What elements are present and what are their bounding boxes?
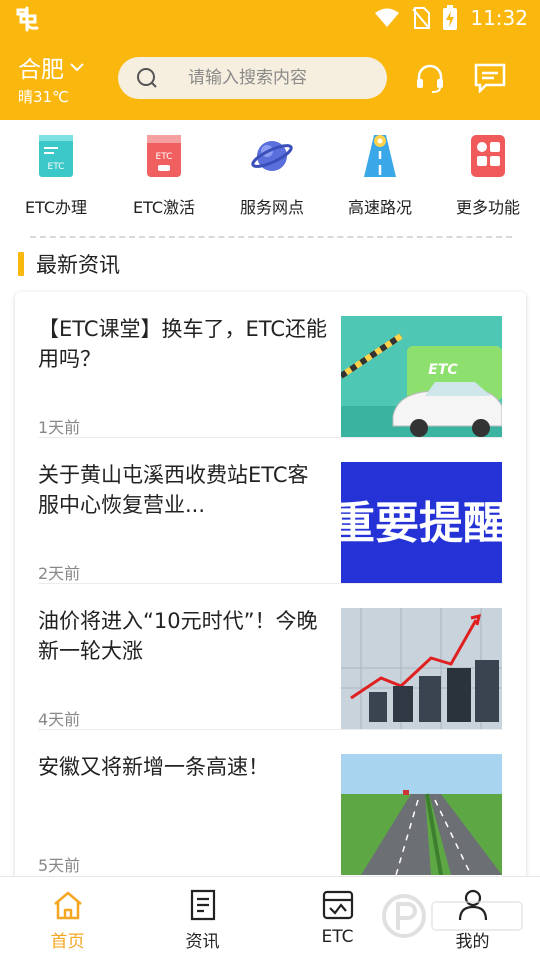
tab-home[interactable]: 首页 — [0, 877, 135, 960]
quick-item-more[interactable]: 更多功能 — [438, 132, 538, 218]
quick-item-etc-activate[interactable]: ETC ETC激活 — [114, 132, 214, 218]
customer-service-button[interactable] — [412, 60, 448, 96]
news-section-header: 最新资讯 — [18, 250, 120, 278]
svg-text:ETC: ETC — [48, 162, 65, 172]
quick-item-etc-apply[interactable]: ETC ETC办理 — [6, 132, 106, 218]
battery-charging-icon — [443, 5, 458, 30]
quick-item-traffic[interactable]: 高速路况 — [330, 132, 430, 218]
wifi-icon — [375, 8, 400, 27]
app-header: 合肥 晴31℃ — [0, 36, 540, 120]
quick-item-label: 高速路况 — [347, 198, 412, 217]
news-thumbnail-etc-car: ETC — [341, 316, 502, 437]
search-input[interactable] — [188, 57, 378, 99]
news-time: 1天前 — [38, 418, 81, 437]
app-icon — [16, 6, 39, 32]
news-card: 【ETC课堂】换车了，ETC还能用吗？ 1天前 ETC 关于黄山屯溪西收费站ET… — [15, 292, 526, 892]
message-icon — [474, 63, 506, 93]
etc-activate-icon: ETC — [142, 132, 186, 180]
more-apps-icon — [466, 132, 510, 180]
quick-item-label: ETC办理 — [24, 198, 88, 217]
tab-news[interactable]: 资讯 — [135, 877, 270, 960]
news-title: 【ETC课堂】换车了，ETC还能用吗？ — [38, 317, 328, 371]
etc-card-icon: ETC — [34, 132, 78, 180]
quick-item-label: 更多功能 — [455, 198, 520, 217]
news-item[interactable]: 安徽又将新增一条高速！ 5天前 — [15, 730, 526, 876]
news-time: 2天前 — [38, 564, 81, 583]
search-icon — [137, 68, 157, 88]
svg-text:重要提醒: 重要提醒 — [341, 498, 502, 549]
tab-label: 资讯 — [185, 932, 220, 952]
news-time: 5天前 — [38, 856, 81, 875]
news-thumbnail-notice: 重要提醒 — [341, 462, 502, 583]
news-icon — [187, 889, 219, 921]
news-time: 4天前 — [38, 710, 81, 729]
status-icons: 11:32 — [374, 4, 528, 32]
quick-item-label: ETC激活 — [132, 198, 196, 217]
news-item[interactable]: 【ETC课堂】换车了，ETC还能用吗？ 1天前 ETC — [15, 292, 526, 438]
accent-bar — [18, 252, 24, 276]
tab-label: ETC — [321, 927, 354, 947]
news-title: 安徽又将新增一条高速！ — [38, 755, 269, 779]
no-sim-icon — [412, 7, 431, 29]
home-icon — [52, 889, 84, 921]
headset-icon — [417, 64, 443, 93]
road-icon — [358, 132, 402, 180]
quick-menu: ETC ETC办理 ETC ETC激活 服务网点 高速路况 更多功能 — [0, 120, 540, 230]
section-title: 最新资讯 — [36, 253, 120, 277]
message-button[interactable] — [472, 60, 508, 96]
status-bar: 11:32 — [0, 0, 540, 36]
news-thumbnail-oil-barrels — [341, 608, 502, 729]
news-title: 油价将进入“10元时代”！今晚新一轮大涨 — [38, 609, 318, 663]
planet-icon — [250, 132, 294, 180]
weather-text: 晴31℃ — [18, 88, 69, 106]
quick-item-label: 服务网点 — [239, 198, 304, 217]
divider — [30, 236, 512, 238]
news-thumbnail-highway — [341, 754, 502, 875]
search-bar[interactable] — [118, 57, 387, 99]
clock: 11:32 — [470, 6, 528, 30]
etc-box-icon — [322, 889, 354, 921]
svg-text:ETC: ETC — [156, 152, 173, 162]
chevron-down-icon — [70, 63, 84, 72]
city-name: 合肥 — [18, 57, 64, 83]
svg-text:ETC: ETC — [428, 362, 458, 378]
news-title: 关于黄山屯溪西收费站ETC客服中心恢复营业... — [38, 463, 309, 517]
news-item[interactable]: 关于黄山屯溪西收费站ETC客服中心恢复营业... 2天前 重要提醒 — [15, 438, 526, 584]
city-selector[interactable]: 合肥 — [18, 50, 84, 84]
news-item[interactable]: 油价将进入“10元时代”！今晚新一轮大涨 4天前 — [15, 584, 526, 730]
tab-label: 首页 — [50, 932, 85, 952]
quick-item-service-points[interactable]: 服务网点 — [222, 132, 322, 218]
watermark-logo — [382, 894, 523, 938]
